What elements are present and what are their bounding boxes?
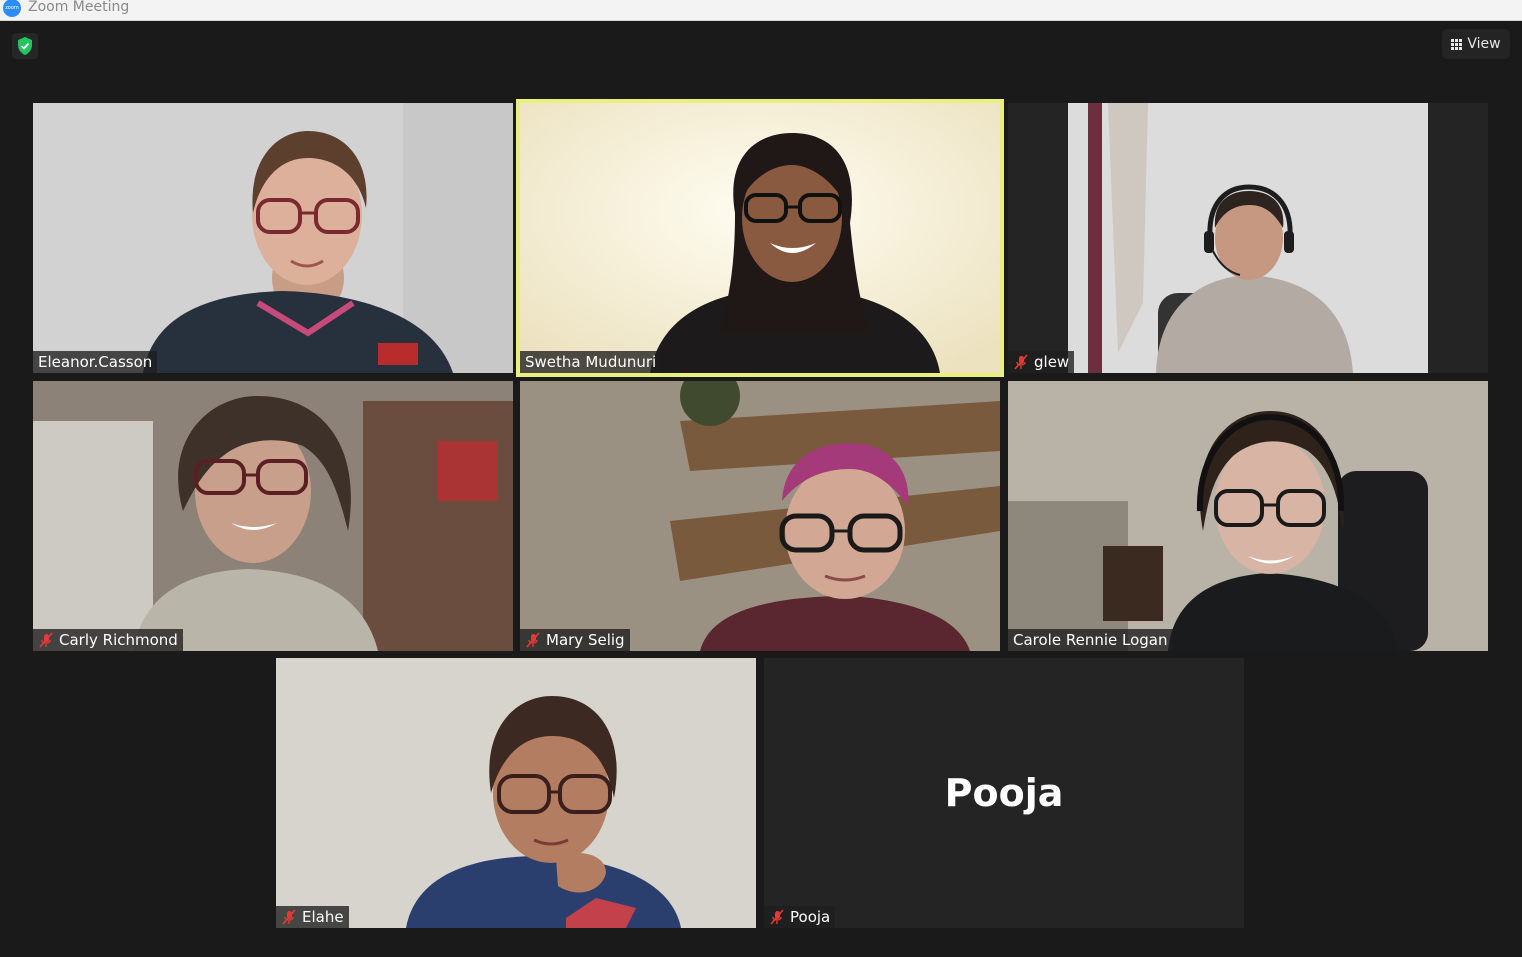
view-button[interactable]: View <box>1442 29 1510 59</box>
muted-microphone-icon <box>1014 354 1028 370</box>
participant-name-tag: Swetha Mudunuri <box>520 351 662 373</box>
participant-video <box>276 658 756 928</box>
view-button-label: View <box>1467 36 1501 52</box>
muted-microphone-icon <box>526 632 540 648</box>
participant-name: Elahe <box>302 908 344 926</box>
video-tile-carole-rennie-logan[interactable]: Carole Rennie Logan <box>1008 381 1488 651</box>
window-title: Zoom Meeting <box>28 0 130 15</box>
participant-name: Carole Rennie Logan <box>1013 631 1168 649</box>
video-tile-carly-richmond[interactable]: Carly Richmond <box>33 381 513 651</box>
participant-video <box>33 381 513 651</box>
zoom-app-icon: zoom <box>3 0 21 17</box>
video-tile-pooja[interactable]: Pooja Pooja <box>764 658 1244 928</box>
participant-video <box>1008 103 1488 373</box>
participant-name: Pooja <box>790 908 831 926</box>
participant-name: Mary Selig <box>546 631 625 649</box>
participant-name-tag: Elahe <box>276 906 349 928</box>
participant-name-tag: Carole Rennie Logan <box>1008 629 1173 651</box>
muted-microphone-icon <box>282 909 296 925</box>
video-tile-mary-selig[interactable]: Mary Selig <box>520 381 1000 651</box>
participant-video <box>33 103 513 373</box>
video-tile-eleanor-casson[interactable]: Eleanor.Casson <box>33 103 513 373</box>
participant-name: glew <box>1034 353 1070 371</box>
window-titlebar: zoom Zoom Meeting <box>0 0 1522 21</box>
participant-video <box>520 103 1000 373</box>
video-tile-glew[interactable]: glew <box>1008 103 1488 373</box>
participant-name: Eleanor.Casson <box>38 353 153 371</box>
grid-view-icon <box>1451 38 1463 50</box>
video-off-display-name: Pooja <box>944 771 1064 815</box>
muted-microphone-icon <box>770 909 784 925</box>
participant-name-tag: Eleanor.Casson <box>33 351 158 373</box>
meeting-controls-strip <box>0 944 1522 957</box>
security-shield-icon[interactable] <box>12 33 38 59</box>
video-tile-elahe[interactable]: Elahe <box>276 658 756 928</box>
participant-name-tag: Pooja <box>764 906 836 928</box>
participant-video <box>1008 381 1488 651</box>
participant-video <box>520 381 1000 651</box>
participant-name-tag: Carly Richmond <box>33 629 183 651</box>
participant-name-tag: Mary Selig <box>520 629 630 651</box>
muted-microphone-icon <box>39 632 53 648</box>
participant-name: Swetha Mudunuri <box>525 353 657 371</box>
participant-name: Carly Richmond <box>59 631 178 649</box>
participant-name-tag: glew <box>1008 351 1075 373</box>
video-tile-swetha-mudunuri[interactable]: Swetha Mudunuri <box>520 103 1000 373</box>
